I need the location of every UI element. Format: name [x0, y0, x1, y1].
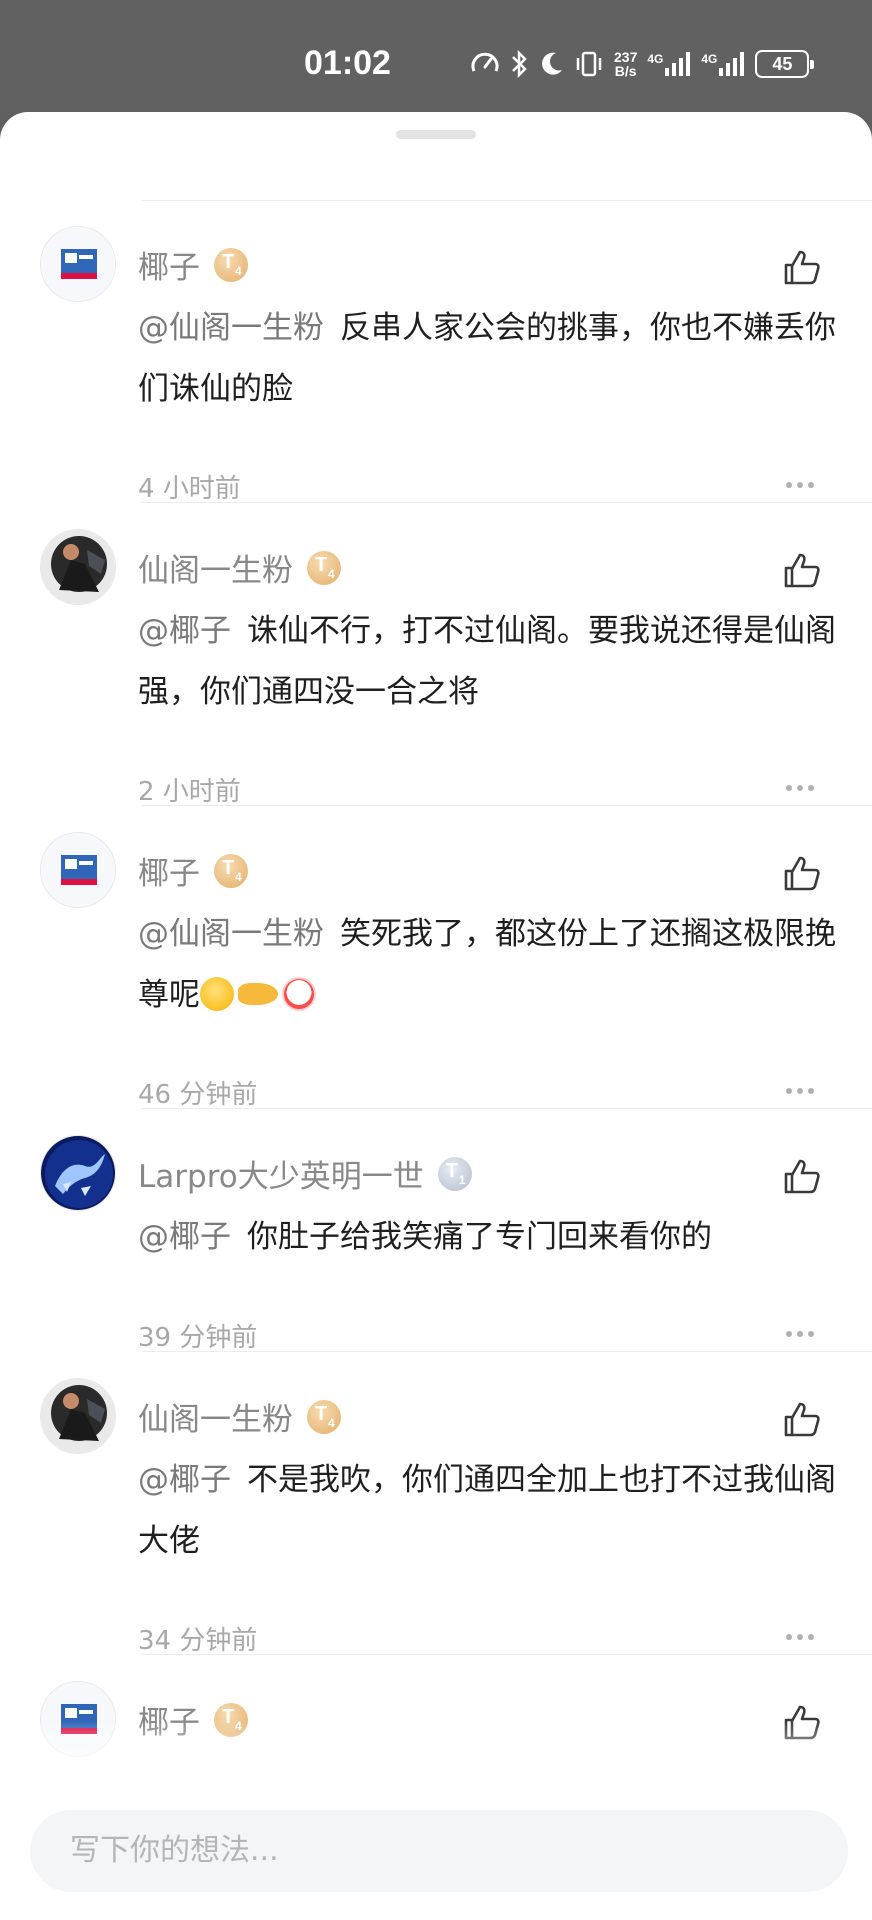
avatar[interactable] [40, 1135, 116, 1211]
comment-input[interactable]: 写下你的想法... [30, 1810, 848, 1892]
username-text: Larpro大少英明一世 [138, 1159, 424, 1195]
thumbs-up-icon[interactable] [782, 854, 822, 894]
rolling-laugh-emoji-icon [200, 977, 234, 1011]
avatar[interactable] [40, 226, 116, 302]
mention-link[interactable]: @椰子 [138, 1462, 231, 1498]
comment-text: 诛仙不行，打不过仙阁。要我说还得是仙阁强，你们通四没一合之将 [138, 613, 836, 710]
comment-item: 椰子 T4 @仙阁一生粉 笑死我了，都这份上了还搁这极限挽尊呢 46 分钟前 [0, 832, 872, 1132]
more-dots-icon[interactable] [786, 1088, 816, 1096]
status-bar: 01:02 237 B/s 4G 4G 45 [0, 0, 872, 112]
more-dots-icon[interactable] [786, 785, 816, 793]
comment-text: 不是我吹，你们通四全加上也打不过我仙阁大佬 [138, 1462, 836, 1559]
signal-bars-icon [719, 52, 745, 76]
comment-body: @椰子 不是我吹，你们通四全加上也打不过我仙阁大佬 [138, 1450, 838, 1572]
comment-time: 34 分钟前 [138, 1626, 258, 1656]
mention-link[interactable]: @椰子 [138, 613, 231, 649]
mention-link[interactable]: @仙阁一生粉 [138, 310, 324, 346]
divider [142, 1108, 872, 1109]
pointing-hand-emoji-icon [238, 983, 278, 1005]
bluetooth-icon [510, 49, 528, 79]
battery-indicator: 45 [755, 50, 815, 78]
divider [142, 1654, 872, 1655]
moon-icon [538, 50, 564, 78]
clown-face-emoji-icon [282, 977, 316, 1011]
vibrate-icon [574, 49, 604, 79]
input-fade [0, 1720, 872, 1780]
divider [142, 805, 872, 806]
status-time: 01:02 [304, 44, 391, 82]
mention-link[interactable]: @椰子 [138, 1219, 231, 1255]
avatar[interactable] [40, 529, 116, 605]
network-speed: 237 B/s [614, 49, 638, 79]
divider [142, 502, 872, 503]
comment-body: @仙阁一生粉 笑死我了，都这份上了还搁这极限挽尊呢 [138, 904, 838, 1026]
comments-sheet: 椰子 T4 @仙阁一生粉 反串人家公会的挑事，你也不嫌丢你们诛仙的脸 4 小时前 … [0, 112, 872, 1920]
username-text: 仙阁一生粉 [138, 1402, 293, 1438]
avatar[interactable] [40, 832, 116, 908]
comment-input-bar: 写下你的想法... [0, 1780, 872, 1920]
comment-item: 仙阁一生粉 T4 @椰子 诛仙不行，打不过仙阁。要我说还得是仙阁强，你们通四没一合… [0, 529, 872, 829]
comment-item: Larpro大少英明一世 T1 @椰子 你肚子给我笑痛了专门回来看你的 39 分钟… [0, 1135, 872, 1375]
comment-body: @椰子 诛仙不行，打不过仙阁。要我说还得是仙阁强，你们通四没一合之将 [138, 601, 838, 723]
username[interactable]: 仙阁一生粉 T4 [138, 545, 341, 590]
divider [142, 1351, 872, 1352]
comment-time: 4 小时前 [138, 474, 241, 504]
level-badge-icon: T4 [307, 550, 341, 585]
level-badge-icon: T4 [307, 1399, 341, 1434]
drag-handle[interactable] [396, 130, 476, 139]
username[interactable]: Larpro大少英明一世 T1 [138, 1151, 472, 1196]
signal-2: 4G [701, 52, 745, 76]
username-text: 椰子 [138, 250, 200, 286]
comment-item: 仙阁一生粉 T4 @椰子 不是我吹，你们通四全加上也打不过我仙阁大佬 34 分钟前 [0, 1378, 872, 1678]
thumbs-up-icon[interactable] [782, 551, 822, 591]
username[interactable]: 椰子 T4 [138, 848, 248, 893]
more-dots-icon[interactable] [786, 1634, 816, 1642]
thumbs-up-icon[interactable] [782, 248, 822, 288]
more-dots-icon[interactable] [786, 1331, 816, 1339]
username-text: 椰子 [138, 856, 200, 892]
more-dots-icon[interactable] [786, 482, 816, 490]
mention-link[interactable]: @仙阁一生粉 [138, 916, 324, 952]
status-icons: 237 B/s 4G 4G 45 [470, 44, 815, 84]
level-badge-icon: T4 [214, 853, 248, 888]
divider [142, 200, 872, 201]
comment-body: @仙阁一生粉 反串人家公会的挑事，你也不嫌丢你们诛仙的脸 [138, 298, 838, 420]
avatar[interactable] [40, 1378, 116, 1454]
signal-bars-icon [665, 52, 691, 76]
level-badge-icon: T4 [214, 247, 248, 282]
comment-text: 你肚子给我笑痛了专门回来看你的 [247, 1219, 712, 1255]
thumbs-up-icon[interactable] [782, 1400, 822, 1440]
signal-1: 4G [647, 52, 691, 76]
comment-time: 2 小时前 [138, 777, 241, 807]
username[interactable]: 椰子 T4 [138, 242, 248, 287]
level-badge-icon: T1 [437, 1156, 472, 1191]
username-text: 仙阁一生粉 [138, 553, 293, 589]
thumbs-up-icon[interactable] [782, 1157, 822, 1197]
comment-item: 椰子 T4 @仙阁一生粉 反串人家公会的挑事，你也不嫌丢你们诛仙的脸 4 小时前 [0, 226, 872, 526]
comment-time: 39 分钟前 [138, 1323, 258, 1353]
speedometer-icon [470, 49, 500, 79]
username[interactable]: 仙阁一生粉 T4 [138, 1394, 341, 1439]
comment-body: @椰子 你肚子给我笑痛了专门回来看你的 [138, 1207, 838, 1268]
comment-time: 46 分钟前 [138, 1080, 258, 1110]
